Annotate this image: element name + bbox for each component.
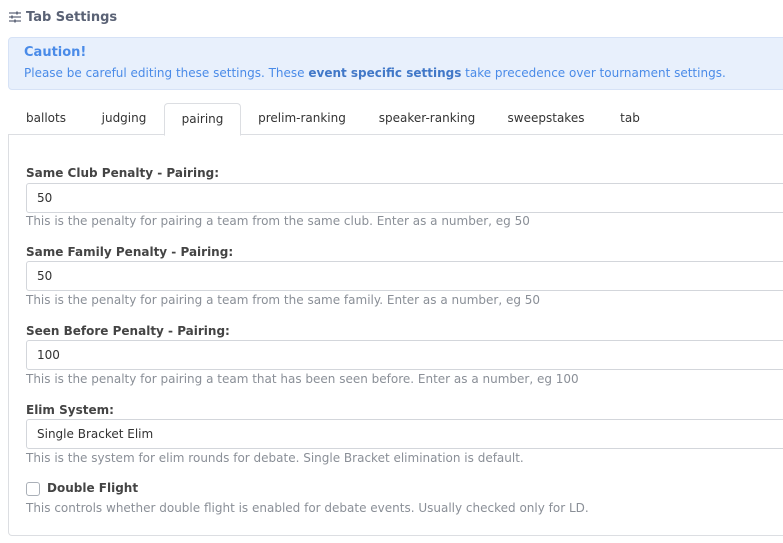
page-header: Tab Settings	[8, 8, 117, 26]
alert-title: Caution!	[24, 45, 87, 60]
double-flight-label[interactable]: Double Flight	[47, 481, 138, 495]
page-title: Tab Settings	[26, 9, 118, 25]
tab-tab[interactable]: tab	[612, 103, 648, 135]
alert-message-emphasis: event specific settings	[308, 66, 462, 80]
tab-prelim-ranking[interactable]: prelim-ranking	[252, 103, 352, 135]
caution-alert: Caution! Please be careful editing these…	[8, 37, 783, 90]
tab-speaker-ranking[interactable]: speaker-ranking	[373, 103, 481, 135]
tab-sweepstakes[interactable]: sweepstakes	[502, 103, 590, 135]
tab-pairing[interactable]: pairing	[164, 103, 241, 136]
alert-message: Please be careful editing these settings…	[24, 64, 782, 82]
same-club-penalty-input[interactable]: 50	[26, 183, 783, 213]
same-family-penalty-help: This is the penalty for pairing a team f…	[26, 293, 541, 307]
same-club-penalty-help: This is the penalty for pairing a team f…	[26, 214, 530, 228]
same-club-penalty-label: Same Club Penalty - Pairing:	[26, 166, 220, 180]
double-flight-help: This controls whether double flight is e…	[26, 501, 589, 515]
elim-system-select[interactable]: Single Bracket Elim	[26, 419, 783, 449]
alert-message-text-end: take precedence over tournament settings…	[461, 66, 726, 80]
sliders-icon	[8, 11, 22, 23]
same-family-penalty-input[interactable]: 50	[26, 261, 783, 291]
alert-message-text: Please be careful editing these settings…	[24, 66, 309, 80]
seen-before-penalty-label: Seen Before Penalty - Pairing:	[26, 324, 230, 338]
seen-before-penalty-input[interactable]: 100	[26, 340, 783, 370]
settings-tabs: ballots judging pairing prelim-ranking s…	[8, 103, 783, 136]
elim-system-label: Elim System:	[26, 403, 114, 417]
double-flight-checkbox[interactable]	[26, 482, 40, 496]
same-family-penalty-label: Same Family Penalty - Pairing:	[26, 245, 234, 259]
elim-system-help: This is the system for elim rounds for d…	[26, 451, 524, 465]
tab-judging[interactable]: judging	[90, 103, 158, 135]
tab-ballots[interactable]: ballots	[14, 103, 78, 135]
seen-before-penalty-help: This is the penalty for pairing a team t…	[26, 372, 579, 386]
